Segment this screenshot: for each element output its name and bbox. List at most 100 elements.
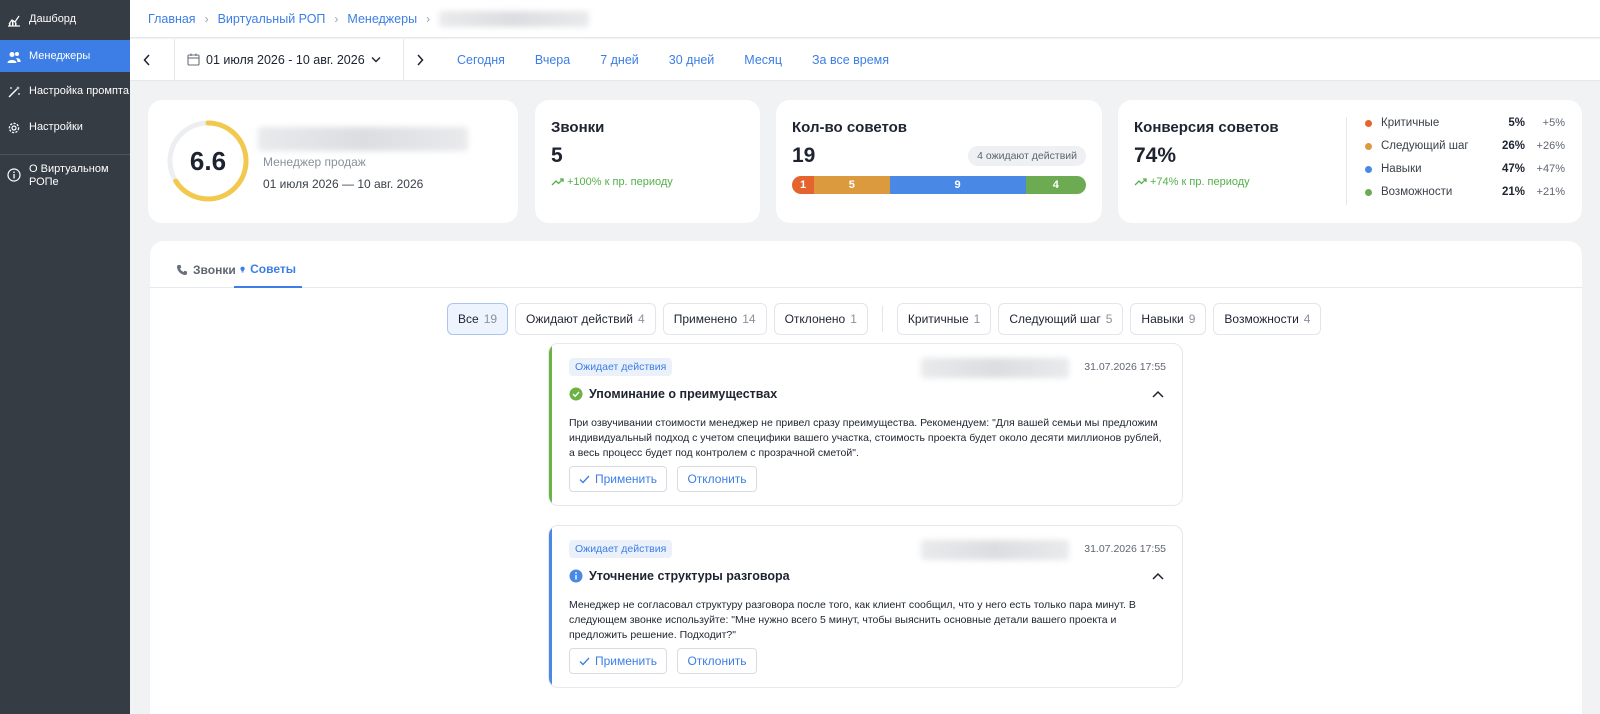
apply-button[interactable]: Применить <box>569 648 667 674</box>
breadcrumb-home[interactable]: Главная <box>148 12 196 26</box>
advice-stripe <box>549 344 552 505</box>
filter-critical[interactable]: Критичные 1 <box>896 303 992 335</box>
sidebar-item-about[interactable]: О Виртуальном РОПе <box>0 163 130 189</box>
sidebar-item-label: Дашборд <box>29 13 77 25</box>
legend-pct: 21% <box>1501 186 1525 198</box>
sidebar-item-settings[interactable]: Настройки <box>0 121 130 135</box>
conversion-divider <box>1346 117 1347 205</box>
date-filter-bar: 01 июля 2026 - 10 авг. 2026 Сегодня Вчер… <box>130 38 1600 81</box>
calls-card: Звонки 5 +100% к пр. периоду <box>535 100 760 223</box>
sidebar-item-label: Настройки <box>29 121 83 133</box>
breadcrumb-managers[interactable]: Менеджеры <box>347 12 417 26</box>
calls-trend-label: +100% к пр. периоду <box>567 176 673 188</box>
sidebar: Дашборд Менеджеры Настройка промпта Наст… <box>0 0 130 714</box>
breadcrumb-manager-name-redacted <box>439 10 590 27</box>
filter-label: Навыки <box>1141 312 1184 326</box>
advice-text: Менеджер не согласовал структуру разгово… <box>569 599 1136 641</box>
sidebar-item-managers[interactable]: Менеджеры <box>0 40 130 72</box>
legend-label: Критичные <box>1381 117 1440 129</box>
conversion-trend-label: +74% к пр. периоду <box>1150 176 1250 188</box>
filter-skills[interactable]: Навыки 9 <box>1130 303 1207 335</box>
category-segment: 9 <box>889 176 1026 194</box>
filter-pending[interactable]: Ожидают действий 4 <box>515 303 656 335</box>
chevron-right-icon: › <box>426 11 431 26</box>
check-icon <box>579 475 590 483</box>
date-range-picker[interactable]: 01 июля 2026 - 10 авг. 2026 <box>174 38 404 81</box>
chevron-down-icon <box>371 57 381 63</box>
sidebar-item-dashboard[interactable]: Дашборд <box>0 13 130 27</box>
conversion-title: Конверсия советов <box>1134 119 1279 136</box>
advice-author-redacted <box>921 358 1069 378</box>
tabs: Звонки Советы <box>150 241 1582 288</box>
quick-today[interactable]: Сегодня <box>457 53 505 67</box>
next-period-button[interactable] <box>403 39 437 81</box>
advice-category-bar: 1594 <box>792 176 1086 194</box>
calls-value: 5 <box>551 144 563 167</box>
filter-rejected[interactable]: Отклонено 1 <box>773 303 868 335</box>
reject-button[interactable]: Отклонить <box>677 466 757 492</box>
advice-text: При озвучивании стоимости менеджер не пр… <box>569 417 1162 459</box>
filter-next-step[interactable]: Следующий шаг 5 <box>998 303 1124 335</box>
legend-skills: Навыки 47% +47% <box>1365 163 1565 175</box>
advice-author-redacted <box>921 540 1069 560</box>
advice-title: Уточнение структуры разговора <box>569 569 790 583</box>
advice-count-value: 19 <box>792 144 816 167</box>
sidebar-item-label: Менеджеры <box>29 50 91 62</box>
conversion-value: 74% <box>1134 144 1177 167</box>
advice-count-card: Кол-во советов 19 4 ожидают действий 159… <box>776 100 1102 223</box>
apply-label: Применить <box>594 472 657 486</box>
magic-wand-icon <box>7 85 21 99</box>
quick-all-time[interactable]: За все время <box>812 53 889 67</box>
sidebar-item-prompt-settings[interactable]: Настройка промпта <box>0 85 130 99</box>
filter-label: Применено <box>673 312 738 326</box>
filter-count: 5 <box>1105 312 1113 326</box>
apply-label: Применить <box>594 654 657 668</box>
users-icon <box>7 50 21 64</box>
quick-month[interactable]: Месяц <box>744 53 782 67</box>
collapse-button[interactable] <box>1152 572 1164 580</box>
legend-next-step: Следующий шаг 26% +26% <box>1365 140 1565 152</box>
category-segment: 1 <box>792 176 814 194</box>
gear-icon <box>7 121 21 135</box>
calls-trend: +100% к пр. периоду <box>551 176 673 188</box>
filter-applied[interactable]: Применено 14 <box>662 303 767 335</box>
filter-label: Отклонено <box>784 312 846 326</box>
chevron-right-icon: › <box>204 11 209 26</box>
filter-count: 14 <box>742 312 756 326</box>
category-segment: 5 <box>814 176 890 194</box>
filter-count: 19 <box>483 312 498 326</box>
advice-date: 31.07.2026 17:55 <box>1084 361 1166 373</box>
manager-name-redacted <box>258 127 468 151</box>
conversion-trend: +74% к пр. периоду <box>1134 176 1250 188</box>
legend-dot <box>1365 142 1372 150</box>
chevron-left-icon <box>143 53 150 66</box>
prev-period-button[interactable] <box>130 39 164 81</box>
reject-button[interactable]: Отклонить <box>677 648 757 674</box>
apply-button[interactable]: Применить <box>569 466 667 492</box>
legend-label: Навыки <box>1381 163 1422 175</box>
quick-30-days[interactable]: 30 дней <box>669 53 715 67</box>
legend-dot <box>1365 188 1372 196</box>
legend-critical: Критичные 5% +5% <box>1365 117 1565 129</box>
advice-card: Ожидает действия 31.07.2026 17:55 Уточне… <box>548 525 1183 688</box>
date-range-label: 01 июля 2026 - 10 авг. 2026 <box>206 52 365 67</box>
tab-calls[interactable]: Звонки <box>170 252 242 288</box>
advice-title-text: Уточнение структуры разговора <box>589 569 790 583</box>
legend-dot <box>1365 165 1372 173</box>
calls-title: Звонки <box>551 119 605 136</box>
manager-period: 01 июля 2026 — 10 авг. 2026 <box>263 177 424 191</box>
quick-7-days[interactable]: 7 дней <box>600 53 639 67</box>
filter-divider <box>881 306 883 332</box>
advice-card: Ожидает действия 31.07.2026 17:55 Упомин… <box>548 343 1183 506</box>
filter-all[interactable]: Все 19 <box>447 303 509 335</box>
breadcrumb-virtual-rop[interactable]: Виртуальный РОП <box>218 12 326 26</box>
tab-advices[interactable]: Советы <box>234 252 302 288</box>
manager-role: Менеджер продаж <box>263 155 366 169</box>
filter-opportunities[interactable]: Возможности 4 <box>1213 303 1322 335</box>
lightbulb-icon <box>240 266 245 272</box>
collapse-button[interactable] <box>1152 390 1164 398</box>
chart-icon <box>7 13 21 27</box>
legend-change: +5% <box>1542 117 1565 129</box>
filter-label: Критичные <box>907 312 969 326</box>
quick-yesterday[interactable]: Вчера <box>535 53 570 67</box>
